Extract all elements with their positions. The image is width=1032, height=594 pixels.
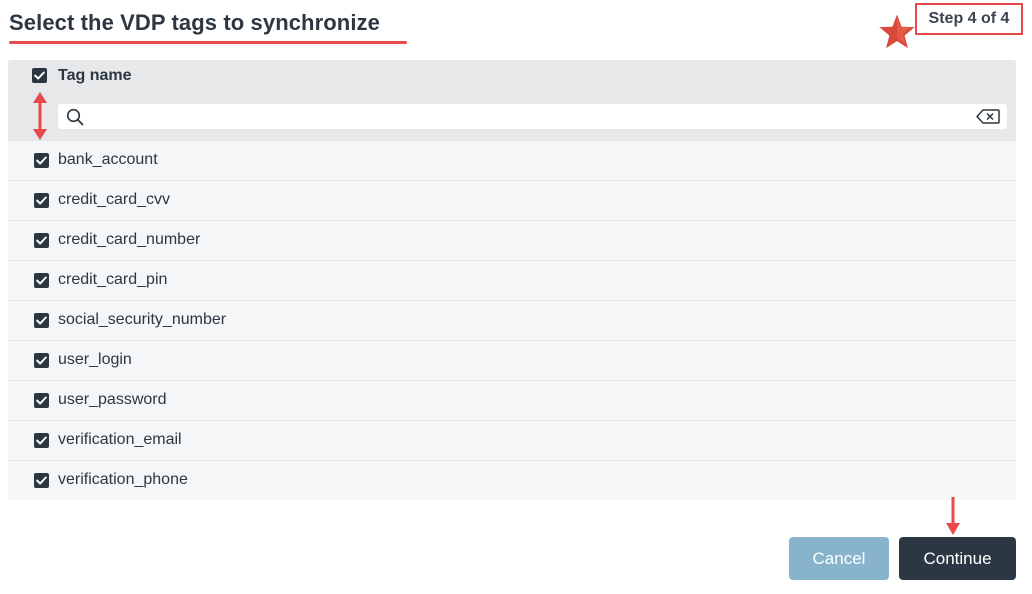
checkmark-icon <box>36 276 47 285</box>
table-row[interactable]: credit_card_number <box>8 220 1016 260</box>
star-icon <box>874 9 920 53</box>
search-input[interactable] <box>90 104 970 129</box>
table-row[interactable]: bank_account <box>8 140 1016 180</box>
tag-name: verification_phone <box>58 471 188 488</box>
row-checkbox[interactable] <box>34 393 49 408</box>
tag-name: credit_card_pin <box>58 271 168 288</box>
table-row[interactable]: verification_phone <box>8 460 1016 500</box>
step-badge: Step 4 of 4 <box>915 3 1023 35</box>
continue-button[interactable]: Continue <box>899 537 1016 580</box>
page-title: Select the VDP tags to synchronize <box>9 10 380 35</box>
checkmark-icon <box>36 476 47 485</box>
search-icon <box>66 108 84 126</box>
table-row[interactable]: credit_card_cvv <box>8 180 1016 220</box>
tag-name: credit_card_cvv <box>58 191 171 208</box>
checkmark-icon <box>36 396 47 405</box>
checkmark-icon <box>36 156 47 165</box>
table-row[interactable]: user_login <box>8 340 1016 380</box>
down-arrow-annotation-icon <box>946 497 960 535</box>
table-header: Tag name <box>8 60 1016 140</box>
checkmark-icon <box>36 236 47 245</box>
row-checkbox[interactable] <box>34 353 49 368</box>
checkmark-icon <box>34 71 45 80</box>
row-checkbox[interactable] <box>34 153 49 168</box>
table-row[interactable]: verification_email <box>8 420 1016 460</box>
checkmark-icon <box>36 196 47 205</box>
column-header-tag-name[interactable]: Tag name <box>58 67 132 85</box>
checkmark-icon <box>36 316 47 325</box>
tag-table: Tag name bank_account credit_card_cvv cr… <box>8 60 1016 500</box>
tag-name: credit_card_number <box>58 231 201 248</box>
row-checkbox[interactable] <box>34 273 49 288</box>
tag-name: user_login <box>58 351 132 368</box>
backspace-clear-icon[interactable] <box>976 109 1000 124</box>
search-field[interactable] <box>58 104 1007 129</box>
table-row[interactable]: credit_card_pin <box>8 260 1016 300</box>
tag-name: social_security_number <box>58 311 227 328</box>
row-checkbox[interactable] <box>34 473 49 488</box>
table-row[interactable]: social_security_number <box>8 300 1016 340</box>
table-row[interactable]: user_password <box>8 380 1016 420</box>
row-checkbox[interactable] <box>34 193 49 208</box>
cancel-button[interactable]: Cancel <box>789 537 889 580</box>
row-checkbox[interactable] <box>34 313 49 328</box>
row-checkbox[interactable] <box>34 233 49 248</box>
tag-name: verification_email <box>58 431 182 448</box>
tag-name: user_password <box>58 391 167 408</box>
up-down-arrow-annotation-icon <box>33 92 47 140</box>
title-underline-annotation <box>9 41 407 44</box>
tag-name: bank_account <box>58 151 158 168</box>
tag-list: bank_account credit_card_cvv credit_card… <box>8 140 1016 500</box>
checkmark-icon <box>36 436 47 445</box>
select-all-checkbox[interactable] <box>32 68 47 83</box>
row-checkbox[interactable] <box>34 433 49 448</box>
checkmark-icon <box>36 356 47 365</box>
